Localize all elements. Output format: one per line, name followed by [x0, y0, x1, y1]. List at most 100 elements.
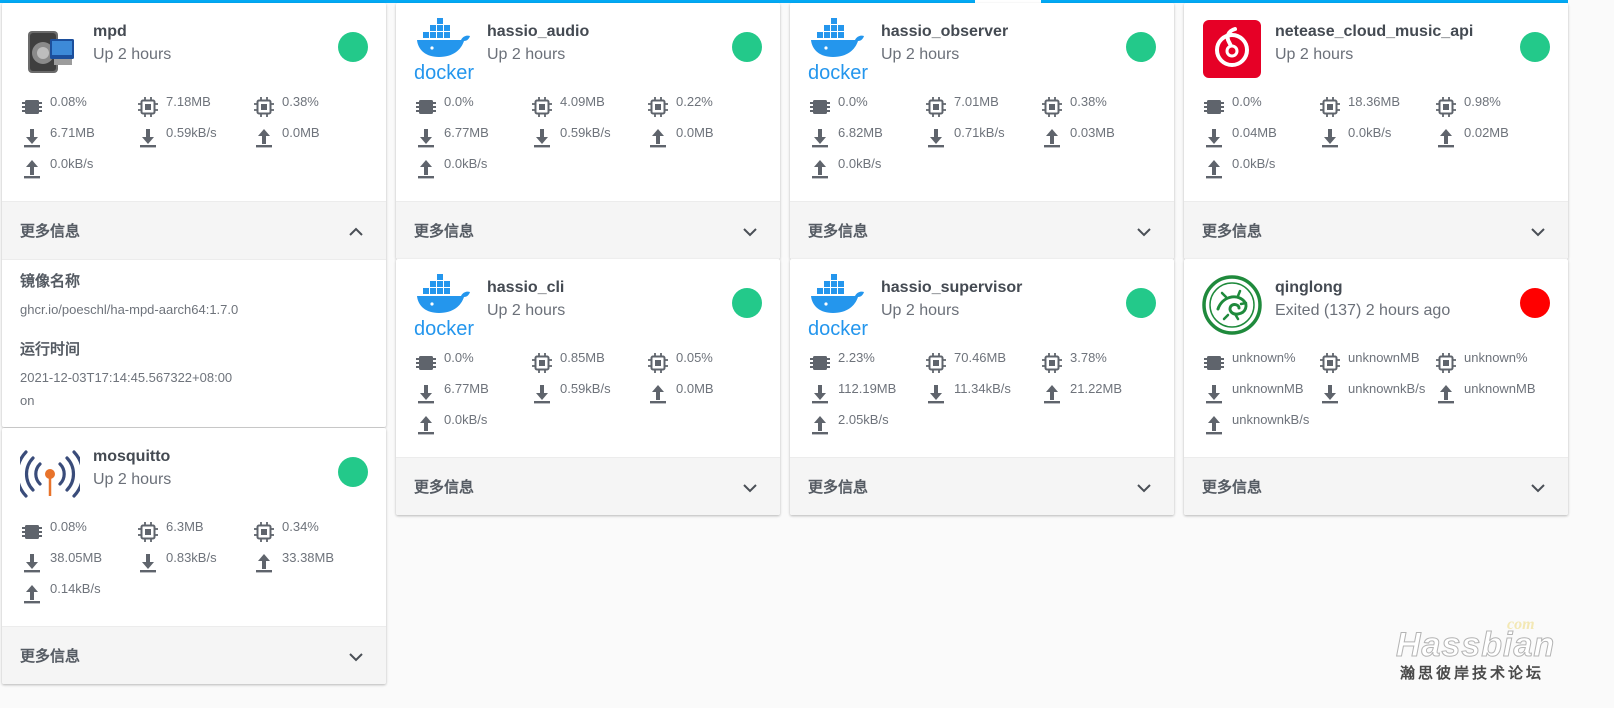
chevron-down-icon[interactable] — [1530, 224, 1546, 240]
stat-value: 38.05MB — [50, 550, 103, 565]
stat-net-rx: 0.59kB/s — [530, 382, 611, 412]
stat-block-write: 0.0MB — [252, 126, 320, 156]
cpu-chip-icon — [414, 351, 438, 378]
more-info-toggle[interactable]: 更多信息 — [2, 626, 386, 684]
netease-music-icon — [1202, 17, 1262, 81]
more-info-toggle[interactable]: 更多信息 — [790, 457, 1174, 515]
more-info-toggle[interactable]: 更多信息 — [396, 457, 780, 515]
docker-icon: docker — [808, 17, 868, 84]
container-card-hassio_observer: docker hassio_observer Up 2 hours 0.0% 7.… — [790, 3, 1174, 259]
stat-net-tx: 0.0kB/s — [414, 157, 487, 187]
download-icon — [20, 551, 44, 578]
stat-block-write: 0.0MB — [646, 126, 714, 156]
memory-chip-icon — [252, 520, 276, 547]
container-card-mosquitto: mosquitto Up 2 hours 0.08% 6.3MB 0.34% 38.… — [2, 428, 386, 684]
stat-value: 4.09MB — [560, 94, 605, 109]
stat-net-tx: 0.0kB/s — [808, 157, 881, 187]
stat-value: 0.0MB — [676, 125, 714, 140]
stat-value: 2.05kB/s — [838, 412, 889, 427]
memory-chip-icon — [646, 95, 670, 122]
cpu-chip-icon — [20, 95, 44, 122]
memory-chip-icon — [530, 351, 554, 378]
more-info-label: 更多信息 — [1202, 479, 1263, 496]
stat-value: 0.0kB/s — [1232, 156, 1276, 171]
docker-icon: docker — [414, 273, 474, 340]
download-icon — [1318, 126, 1342, 153]
more-info-toggle[interactable]: 更多信息 — [396, 201, 780, 259]
cpu-chip-icon — [20, 520, 44, 547]
stat-value: 0.59kB/s — [560, 381, 611, 396]
container-card-hassio_audio: docker hassio_audio Up 2 hours 0.0% 4.09M… — [396, 3, 780, 259]
stat-memory-percent: 0.38% — [1040, 95, 1107, 125]
card-header: netease_cloud_music_api Up 2 hours — [1184, 3, 1568, 89]
upload-icon — [1434, 382, 1458, 409]
more-info-toggle[interactable]: 更多信息 — [790, 201, 1174, 259]
download-icon — [1202, 126, 1226, 153]
container-status: Up 2 hours — [93, 471, 172, 488]
container-status: Up 2 hours — [487, 46, 566, 63]
stat-memory: 18.36MB — [1318, 95, 1400, 125]
more-info-toggle[interactable]: 更多信息 — [1184, 201, 1568, 259]
stat-net-tx: 0.0kB/s — [20, 157, 93, 187]
upload-icon — [1202, 157, 1226, 184]
chevron-down-icon[interactable] — [742, 224, 758, 240]
stat-value: 0.22% — [676, 94, 713, 109]
stat-value: 0.59kB/s — [166, 125, 217, 140]
container-name: hassio_cli — [487, 279, 565, 296]
card-header: mosquitto Up 2 hours — [2, 428, 386, 514]
stats-grid: 0.08% 7.18MB 0.38% 6.71MB 0.59kB/s 0.0MB 0.0… — [2, 89, 386, 201]
more-info-label: 更多信息 — [1202, 223, 1263, 240]
container-card-mpd: mpd Up 2 hours 0.08% 7.18MB 0.38% 6.71MB 0.… — [2, 3, 386, 427]
chevron-down-icon[interactable] — [348, 649, 364, 665]
stats-grid: 0.0% 18.36MB 0.98% 0.04MB 0.0kB/s 0.02MB 0.0… — [1184, 89, 1568, 201]
more-info-label: 更多信息 — [808, 479, 869, 496]
status-indicator-dot — [1126, 288, 1156, 318]
download-icon — [414, 126, 438, 153]
chevron-down-icon[interactable] — [1136, 480, 1152, 496]
stat-memory: 70.46MB — [924, 351, 1006, 381]
chevron-down-icon[interactable] — [742, 480, 758, 496]
upload-icon — [20, 582, 44, 609]
container-status: Up 2 hours — [881, 46, 960, 63]
chevron-down-icon[interactable] — [1136, 224, 1152, 240]
memory-chip-icon — [1318, 95, 1342, 122]
stat-value: 0.04MB — [1232, 125, 1277, 140]
memory-chip-icon — [1434, 95, 1458, 122]
chevron-up-icon[interactable] — [348, 224, 364, 240]
download-icon — [530, 126, 554, 153]
container-card-netease_cloud_music_api: netease_cloud_music_api Up 2 hours 0.0% 1… — [1184, 3, 1568, 259]
stat-value: unknown% — [1232, 350, 1296, 365]
stat-value: 0.0% — [444, 350, 474, 365]
stat-net-rx: 0.59kB/s — [136, 126, 217, 156]
stat-value: 0.0kB/s — [444, 412, 488, 427]
cpu-chip-icon — [1202, 95, 1226, 122]
stat-value: 21.22MB — [1070, 381, 1123, 396]
stat-block-read: 6.82MB — [808, 126, 883, 156]
stat-block-write: unknownMB — [1434, 382, 1536, 412]
upload-icon — [646, 382, 670, 409]
card-header: mpd Up 2 hours — [2, 3, 386, 89]
stat-value: 11.34kB/s — [954, 381, 1011, 396]
stats-grid: 0.08% 6.3MB 0.34% 38.05MB 0.83kB/s 33.38MB 0… — [2, 514, 386, 626]
stat-memory-percent: 0.34% — [252, 520, 319, 550]
chevron-down-icon[interactable] — [1530, 480, 1546, 496]
more-info-toggle[interactable]: 更多信息 — [2, 201, 386, 259]
more-info-toggle[interactable]: 更多信息 — [1184, 457, 1568, 515]
stat-net-rx: 0.59kB/s — [530, 126, 611, 156]
upload-icon — [252, 551, 276, 578]
stat-value: 0.0kB/s — [444, 156, 488, 171]
card-header: docker hassio_cli Up 2 hours — [396, 259, 780, 345]
qinglong-dragon-icon — [1202, 273, 1262, 337]
memory-chip-icon — [646, 351, 670, 378]
stat-value: unknownMB — [1232, 381, 1304, 396]
upload-icon — [1040, 382, 1064, 409]
stat-value: 0.85MB — [560, 350, 605, 365]
download-icon — [808, 126, 832, 153]
status-indicator-dot — [1520, 288, 1550, 318]
svg-text:docker: docker — [414, 62, 474, 81]
stat-value: 33.38MB — [282, 550, 335, 565]
stat-value: unknown% — [1464, 350, 1528, 365]
container-card-qinglong: qinglong Exited (137) 2 hours ago unknown… — [1184, 259, 1568, 515]
stat-net-tx: 2.05kB/s — [808, 413, 889, 443]
status-indicator-dot — [732, 32, 762, 62]
